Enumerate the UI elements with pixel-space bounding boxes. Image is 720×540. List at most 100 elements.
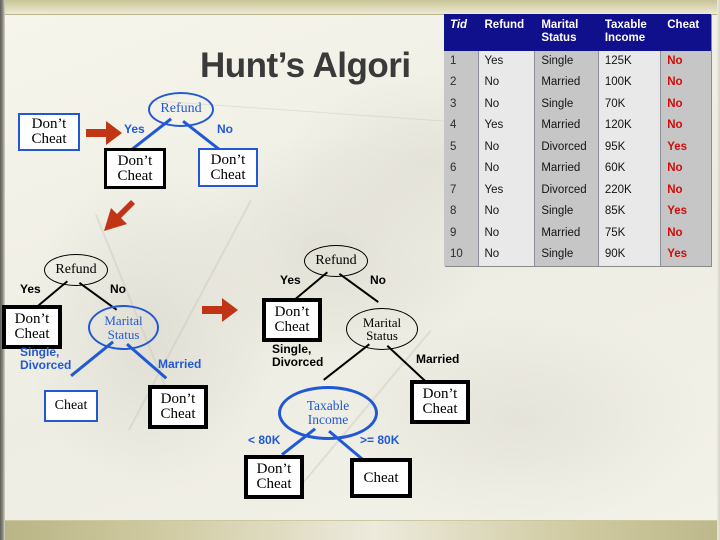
tree1-start-line1: Don’t bbox=[31, 116, 67, 132]
tree3-label-single-divorced: Single, Divorced bbox=[272, 343, 323, 368]
tree3-label-lt80k: < 80K bbox=[248, 433, 281, 447]
cell-taxable-income: 70K bbox=[598, 93, 662, 116]
cell-tid: 7 bbox=[444, 179, 479, 202]
cell-taxable-income: 120K bbox=[598, 115, 662, 137]
tree1-start-box: Don’t Cheat bbox=[18, 113, 80, 151]
table-row: 7 Yes Divorced 220K No bbox=[444, 179, 711, 202]
table-row: 5 No Divorced 95K Yes bbox=[444, 136, 711, 159]
decision-tree-step-2: Refund Yes No Don’t Cheat Marital Status… bbox=[0, 240, 250, 430]
tree3-leaf-married-line1: Don’t bbox=[422, 386, 458, 402]
col-header-tid: Tid bbox=[444, 14, 479, 51]
col-header-refund: Refund bbox=[478, 14, 536, 51]
tree2-label-single-line2: Divorced bbox=[20, 357, 72, 372]
cell-refund: No bbox=[478, 93, 536, 116]
tree2-label-yes: Yes bbox=[20, 282, 41, 296]
cell-marital-status: Married bbox=[534, 158, 599, 180]
right-arrow-icon bbox=[202, 298, 238, 322]
cell-marital-status: Married bbox=[534, 115, 599, 137]
cell-marital-status: Married bbox=[534, 222, 599, 245]
cell-tid: 8 bbox=[444, 201, 479, 223]
cell-marital-status: Single bbox=[534, 93, 599, 116]
cell-tid: 1 bbox=[444, 50, 479, 73]
cell-taxable-income: 75K bbox=[598, 222, 662, 245]
tree2-root-refund: Refund bbox=[44, 254, 108, 286]
tree3-label-ge80k: >= 80K bbox=[360, 433, 400, 447]
tree3-leaf-yes-line2: Cheat bbox=[274, 319, 310, 335]
cell-cheat: No bbox=[660, 222, 711, 245]
cell-refund: No bbox=[478, 201, 536, 223]
cell-tid: 6 bbox=[444, 158, 479, 180]
cell-marital-status: Divorced bbox=[534, 136, 599, 159]
tree2-leaf-cheat: Cheat bbox=[44, 390, 98, 422]
tree3-label-yes: Yes bbox=[280, 273, 301, 287]
cell-refund: Yes bbox=[478, 115, 536, 137]
cell-tid: 5 bbox=[444, 136, 479, 159]
tree3-marital-line2: Status bbox=[366, 328, 398, 343]
cell-tid: 2 bbox=[444, 72, 479, 94]
tree2-label-no: No bbox=[110, 282, 126, 296]
tree2-leaf-yes-line2: Cheat bbox=[14, 326, 50, 342]
slide-canvas: Hunt’s Algori Tid Refund Marital Status … bbox=[0, 0, 720, 540]
cell-tid: 3 bbox=[444, 93, 479, 116]
tree3-marital-line1: Marital bbox=[362, 314, 402, 330]
table-header-row: Tid Refund Marital Status Taxable Income… bbox=[444, 14, 711, 51]
training-data-table: Tid Refund Marital Status Taxable Income… bbox=[444, 14, 711, 266]
tree3-leaf-ge80k-label: Cheat bbox=[363, 469, 399, 486]
tree3-leaf-married-line2: Cheat bbox=[422, 401, 458, 417]
slide-bottom-band bbox=[0, 520, 720, 540]
tree2-label-single-divorced: Single, Divorced bbox=[20, 346, 71, 371]
table-row: 2 No Married 100K No bbox=[444, 72, 711, 94]
cell-cheat: No bbox=[660, 179, 711, 202]
tree2-leaf-cheat-label: Cheat bbox=[54, 398, 88, 413]
tree1-leaf-no-line1: Don’t bbox=[210, 151, 246, 168]
tree2-node-marital-status: Marital Status bbox=[88, 305, 159, 350]
cell-taxable-income: 100K bbox=[598, 72, 662, 94]
tree3-leaf-lt80k: Don’t Cheat bbox=[244, 455, 304, 499]
col-header-income: Taxable Income bbox=[598, 14, 662, 51]
cell-cheat: Yes bbox=[660, 201, 711, 223]
tree3-income-line1: Taxable bbox=[306, 398, 350, 414]
tree2-leaf-yes-line1: Don’t bbox=[14, 311, 50, 327]
cell-marital-status: Married bbox=[534, 72, 599, 94]
tree2-leaf-yes: Don’t Cheat bbox=[2, 305, 62, 349]
tree3-leaf-married: Don’t Cheat bbox=[410, 380, 470, 424]
tree3-label-married: Married bbox=[416, 352, 460, 366]
tree3-root-label: Refund bbox=[315, 252, 357, 268]
tree2-label-married: Married bbox=[158, 357, 202, 371]
tree1-leaf-yes-line1: Don’t bbox=[117, 152, 153, 169]
tree1-start-line2: Cheat bbox=[31, 131, 67, 147]
cell-refund: No bbox=[478, 136, 536, 159]
cell-refund: Yes bbox=[478, 50, 536, 73]
tree3-leaf-yes: Don’t Cheat bbox=[262, 298, 322, 342]
tree3-root-refund: Refund bbox=[304, 245, 368, 277]
cell-taxable-income: 60K bbox=[598, 158, 662, 180]
cell-refund: No bbox=[478, 158, 536, 180]
tree1-leaf-no: Don’t Cheat bbox=[198, 148, 258, 187]
tree3-leaf-ge80k: Cheat bbox=[350, 458, 412, 498]
right-arrow-icon bbox=[86, 121, 122, 145]
tree2-root-label: Refund bbox=[55, 261, 97, 277]
tree3-label-no: No bbox=[370, 273, 386, 287]
tree3-leaf-yes-line1: Don’t bbox=[274, 304, 310, 320]
table-row: 4 Yes Married 120K No bbox=[444, 115, 711, 137]
col-header-cheat: Cheat bbox=[660, 14, 711, 51]
decision-tree-step-3: Refund Yes No Don’t Cheat Marital Status… bbox=[240, 240, 500, 510]
cell-refund: No bbox=[478, 72, 536, 94]
table-header: Tid Refund Marital Status Taxable Income… bbox=[444, 14, 711, 51]
cell-cheat: Yes bbox=[660, 136, 711, 159]
tree2-leaf-married: Don’t Cheat bbox=[148, 385, 208, 429]
cell-cheat: Yes bbox=[660, 244, 711, 266]
cell-marital-status: Single bbox=[534, 201, 599, 223]
tree3-leaf-lt80k-line2: Cheat bbox=[256, 476, 292, 492]
cell-marital-status: Single bbox=[534, 244, 599, 266]
cell-taxable-income: 85K bbox=[598, 201, 662, 223]
cell-cheat: No bbox=[660, 72, 711, 94]
tree1-label-yes: Yes bbox=[124, 122, 145, 136]
table-row: 8 No Single 85K Yes bbox=[444, 201, 711, 223]
cell-cheat: No bbox=[660, 158, 711, 180]
cell-marital-status: Single bbox=[534, 50, 599, 73]
decision-tree-step-1: Don’t Cheat Refund Yes No Don’t Cheat Do… bbox=[0, 0, 300, 200]
cell-cheat: No bbox=[660, 93, 711, 116]
table-row: 3 No Single 70K No bbox=[444, 93, 711, 116]
tree3-link-single-divorced bbox=[323, 343, 370, 381]
